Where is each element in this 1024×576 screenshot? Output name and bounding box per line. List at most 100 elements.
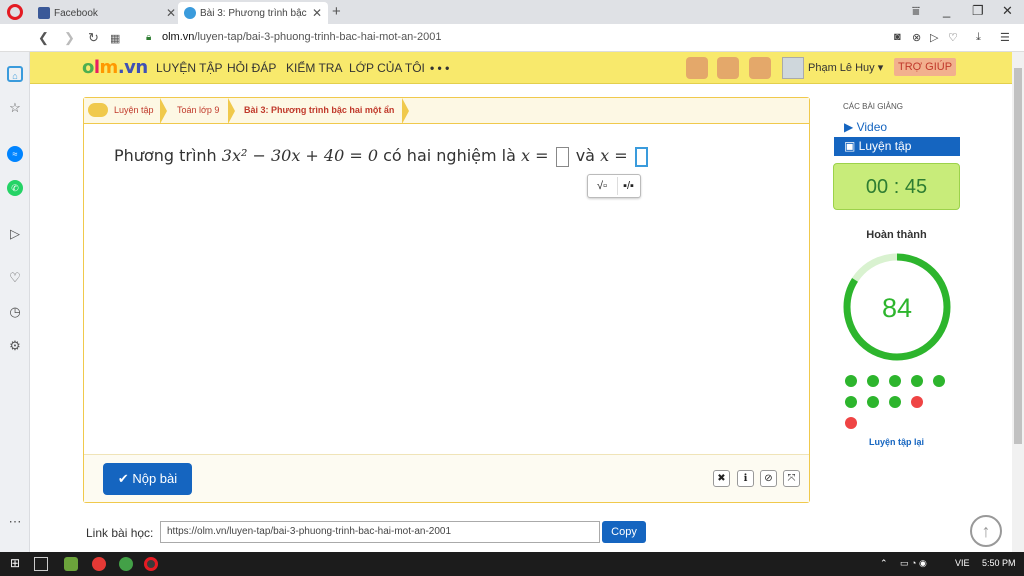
easy-setup-icon[interactable]: ☰	[1000, 31, 1010, 44]
breadcrumb-current: Bài 3: Phương trình bậc hai một ẩn	[244, 105, 395, 115]
whatsapp-icon[interactable]: ✆	[7, 180, 23, 196]
question-dot[interactable]	[867, 375, 879, 387]
back-icon[interactable]: ❮	[38, 30, 49, 46]
link-label: Link bài học:	[86, 526, 154, 540]
flow-icon[interactable]: ▷	[7, 226, 23, 242]
tab-label: Bài 3: Phương trình bậc hai	[200, 7, 308, 19]
breadcrumb-practice[interactable]: Luyện tập	[114, 105, 154, 115]
question-dot[interactable]	[867, 396, 879, 408]
download-icon[interactable]: ⤓	[976, 31, 981, 44]
chevron-right-icon	[160, 98, 167, 124]
help-button[interactable]: TRỢ GIÚP	[894, 58, 957, 76]
info-icon[interactable]: ℹ	[737, 470, 754, 487]
answer-input-1[interactable]	[555, 146, 569, 167]
progress-value: 84	[882, 293, 912, 323]
chevron-right-icon	[402, 98, 409, 124]
answer-input-2[interactable]	[634, 146, 648, 167]
nav-qa[interactable]: HỎI ĐÁP	[227, 61, 276, 75]
sidebar-item-practice[interactable]: ▣ Luyện tập	[834, 137, 960, 156]
send-icon[interactable]: ▷	[930, 31, 938, 44]
close-icon[interactable]: ✕	[312, 6, 322, 20]
sqrt-button[interactable]: √▫	[591, 177, 613, 195]
close-icon[interactable]: ✖	[713, 470, 730, 487]
question-dot[interactable]	[911, 396, 923, 408]
tray-up-icon[interactable]: ⌃	[880, 558, 888, 569]
app-icon[interactable]	[64, 557, 78, 571]
cloud-icon	[88, 103, 108, 117]
adblock-icon[interactable]: ⊗	[912, 31, 921, 44]
chrome-icon[interactable]	[92, 557, 106, 571]
math-toolbar: √▫ ▪/▪	[587, 174, 641, 198]
opera-taskbar-icon[interactable]	[144, 557, 158, 571]
nav-more[interactable]: • • •	[430, 61, 449, 75]
question-dot[interactable]	[845, 375, 857, 387]
speed-dial-icon[interactable]: ▦	[110, 32, 120, 45]
breadcrumb-grade[interactable]: Toán lớp 9	[177, 105, 219, 115]
star-icon[interactable]: ☆	[7, 100, 23, 116]
sidebar-item-video[interactable]: ▶ Video	[834, 118, 960, 137]
favorites-icon[interactable]: ♡	[7, 270, 23, 286]
page-scrollbar[interactable]	[1012, 52, 1024, 552]
scroll-top-icon[interactable]: ↑	[970, 515, 1002, 547]
report-icon[interactable]: ⊘	[760, 470, 777, 487]
breadcrumb: Luyện tập Toán lớp 9 Bài 3: Phương trình…	[84, 98, 809, 124]
home-icon[interactable]: ⌂	[7, 66, 23, 82]
tab-facebook[interactable]: Facebook ✕	[32, 2, 182, 24]
opera-sidebar: ⌂ ☆ ≈ ✆ ▷ ♡ ◷ ⚙ ⋯	[0, 52, 30, 552]
windows-start-icon[interactable]: ⊞	[10, 556, 24, 570]
nav-practice[interactable]: LUYỆN TẬP	[156, 61, 222, 75]
fullscreen-icon[interactable]: ⤧	[783, 470, 800, 487]
question-dot[interactable]	[845, 396, 857, 408]
close-icon[interactable]: ✕	[166, 6, 176, 20]
history-icon[interactable]: ◷	[7, 304, 23, 320]
lang-indicator[interactable]: VIE	[955, 558, 970, 568]
new-tab-icon[interactable]: +	[332, 3, 341, 20]
nav-my-class[interactable]: LỚP CỦA TÔI	[349, 61, 425, 75]
tray-icons[interactable]: ▭ ◔ ◉	[900, 558, 927, 569]
window-close-icon[interactable]: ✕	[1002, 3, 1013, 19]
question-dot[interactable]	[911, 375, 923, 387]
tab-lesson[interactable]: Bài 3: Phương trình bậc hai ✕	[178, 2, 328, 24]
globe-icon[interactable]	[749, 57, 771, 79]
chat-icon[interactable]	[717, 57, 739, 79]
minimize-icon[interactable]: _	[943, 3, 950, 18]
maximize-icon[interactable]: ❐	[972, 3, 984, 19]
question-dot[interactable]	[889, 396, 901, 408]
submit-button[interactable]: ✔ Nộp bài	[103, 463, 192, 495]
task-view-icon[interactable]	[34, 557, 48, 571]
link-input[interactable]: https://olm.vn/luyen-tap/bai-3-phuong-tr…	[160, 521, 600, 543]
heart-icon[interactable]: ♡	[948, 31, 958, 44]
tab-label: Facebook	[54, 7, 98, 19]
avatar[interactable]	[782, 57, 804, 79]
add-friend-icon[interactable]	[686, 57, 708, 79]
nav-test[interactable]: KIỂM TRA	[286, 61, 342, 75]
opera-logo-icon[interactable]	[7, 4, 23, 20]
scroll-thumb[interactable]	[1014, 68, 1022, 444]
facebook-icon	[38, 7, 50, 19]
lessons-title: CÁC BÀI GIẢNG	[843, 102, 904, 111]
question-text: Phương trình 3x² − 30x + 40 = 0 có hai n…	[114, 146, 650, 167]
app-icon[interactable]	[119, 557, 133, 571]
question-dot[interactable]	[889, 375, 901, 387]
clock[interactable]: 5:50 PM	[982, 558, 1016, 568]
settings-icon[interactable]: ⚙	[7, 338, 23, 354]
chevron-right-icon	[228, 98, 235, 124]
lock-icon: 🔒︎	[146, 32, 152, 43]
reload-icon[interactable]: ↻	[88, 30, 99, 46]
exercise-panel: Luyện tập Toán lớp 9 Bài 3: Phương trình…	[83, 97, 810, 503]
user-menu[interactable]: Phạm Lê Huy ▾	[808, 61, 883, 74]
copy-button[interactable]: Copy	[602, 521, 646, 543]
question-dot[interactable]	[933, 375, 945, 387]
fraction-button[interactable]: ▪/▪	[617, 177, 639, 195]
camera-icon[interactable]: ◙	[894, 31, 901, 43]
question-dot[interactable]	[845, 417, 857, 429]
menu-icon[interactable]: ⩸	[912, 3, 920, 19]
olm-logo[interactable]: olm.vn	[82, 57, 148, 78]
progress-label: Hoàn thành	[866, 229, 927, 241]
url-input[interactable]: olm.vn/luyen-tap/bai-3-phuong-trinh-bac-…	[162, 31, 441, 43]
more-icon[interactable]: ⋯	[7, 514, 23, 530]
messenger-icon[interactable]: ≈	[7, 146, 23, 162]
cloud-icon	[184, 7, 196, 19]
retry-link[interactable]: Luyện tập lại	[833, 437, 960, 447]
forward-icon[interactable]: ❯	[64, 30, 75, 46]
